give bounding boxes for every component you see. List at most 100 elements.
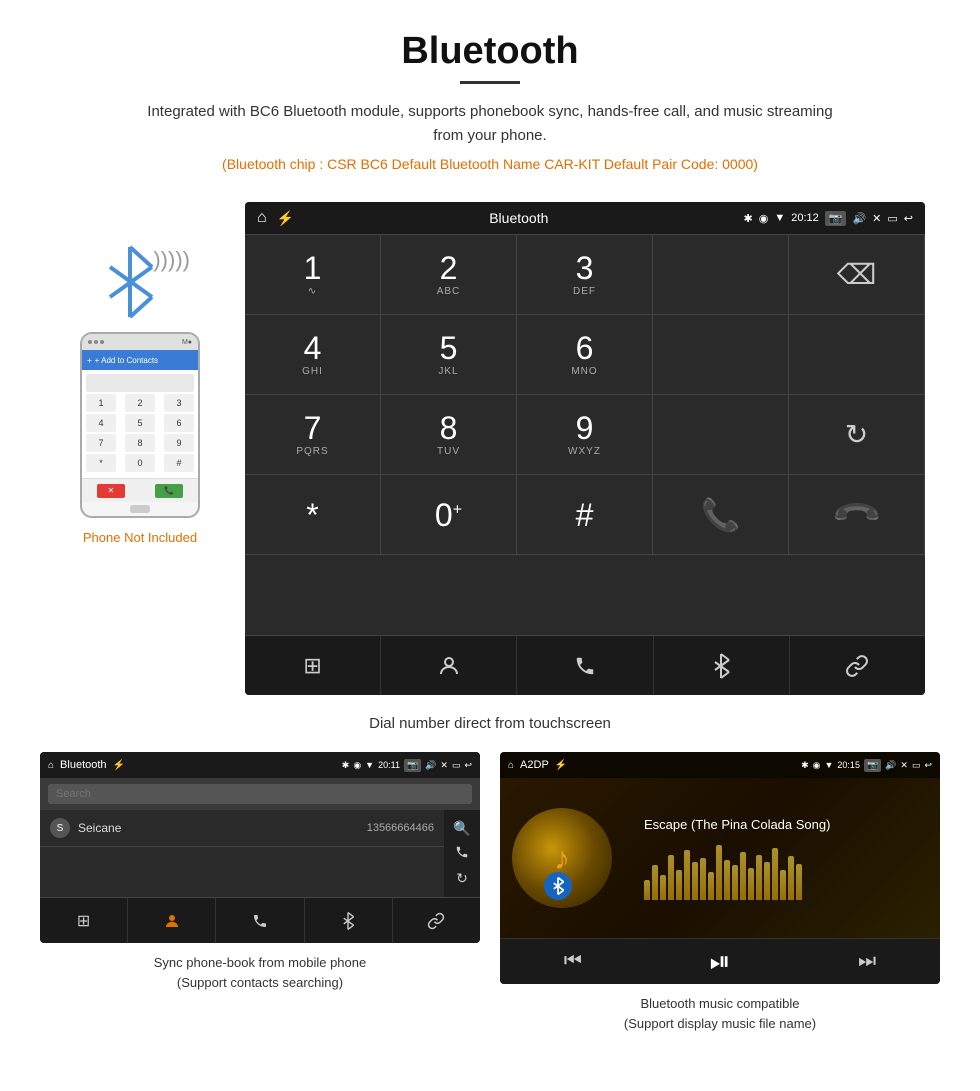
play-pause-btn[interactable]: ⏯ xyxy=(710,946,731,978)
phone-key-2[interactable]: 2 xyxy=(125,394,155,412)
status-right: ✱ ◉ ▼ 20:12 📷 🔊 ✕ ▭ ↩ xyxy=(744,211,914,226)
pb-cam-icon: 📷 xyxy=(404,759,421,772)
phone-keypad: 1 2 3 4 5 6 7 8 9 * 0 # xyxy=(82,370,198,478)
pb-refresh-icon[interactable]: ↻ xyxy=(456,870,468,887)
wave-bar xyxy=(756,855,762,900)
music-screen: ⌂ A2DP ⚡ ✱ ◉ ▼ 20:15 📷 🔊 ✕ ▭ ↩ xyxy=(500,752,940,984)
pb-usb-icon: ⚡ xyxy=(113,760,125,771)
pb-call-icon[interactable] xyxy=(455,845,469,862)
pb-nav-dialpad[interactable]: ⊞ xyxy=(40,898,128,943)
pb-back-icon[interactable]: ↩ xyxy=(464,760,472,771)
phone-home-btn[interactable] xyxy=(130,505,150,513)
phone-carrier: M● xyxy=(182,339,192,346)
dial-key-3[interactable]: 3DEF xyxy=(517,235,653,315)
music-bt-icon: ✱ xyxy=(801,760,809,771)
phone-key-6[interactable]: 6 xyxy=(164,414,194,432)
dial-key-end[interactable]: 📞 xyxy=(789,475,925,555)
dial-key-star[interactable]: * xyxy=(245,475,381,555)
music-item: ⌂ A2DP ⚡ ✱ ◉ ▼ 20:15 📷 🔊 ✕ ▭ ↩ xyxy=(500,752,940,1033)
phone-key-4[interactable]: 4 xyxy=(86,414,116,432)
dial-key-0[interactable]: 0+ xyxy=(381,475,517,555)
pb-nav-link[interactable] xyxy=(393,898,480,943)
window-icon[interactable]: ▭ xyxy=(887,212,897,225)
dial-key-6[interactable]: 6MNO xyxy=(517,315,653,395)
nav-phone[interactable] xyxy=(517,636,653,695)
music-back-icon[interactable]: ↩ xyxy=(924,760,932,771)
dial-key-5[interactable]: 5JKL xyxy=(381,315,517,395)
phone-key-1[interactable]: 1 xyxy=(86,394,116,412)
nav-contacts[interactable] xyxy=(381,636,517,695)
pb-rect-icon[interactable]: ▭ xyxy=(452,760,461,771)
music-status-right: ✱ ◉ ▼ 20:15 📷 🔊 ✕ ▭ ↩ xyxy=(801,759,932,772)
dial-key-call[interactable]: 📞 xyxy=(653,475,789,555)
pb-home-icon[interactable]: ⌂ xyxy=(48,760,54,771)
phone-keypad-row-4: * 0 # xyxy=(86,454,194,472)
pb-nav-bluetooth[interactable] xyxy=(305,898,393,943)
pb-search-icon[interactable]: 🔍 xyxy=(453,820,470,837)
phone-key-3[interactable]: 3 xyxy=(164,394,194,412)
phone-key-hash[interactable]: # xyxy=(164,454,194,472)
dial-key-1[interactable]: 1∿ xyxy=(245,235,381,315)
dial-key-4[interactable]: 4GHI xyxy=(245,315,381,395)
signal-icon: ▼ xyxy=(774,212,785,224)
page-description: Integrated with BC6 Bluetooth module, su… xyxy=(140,100,840,148)
back-icon[interactable]: ↩ xyxy=(904,212,913,225)
phone-call-btn[interactable]: 📞 xyxy=(155,484,183,498)
plus-icon: + xyxy=(87,356,92,365)
nav-bluetooth[interactable] xyxy=(654,636,790,695)
phone-display-row xyxy=(86,374,194,392)
phonebook-search-input[interactable] xyxy=(48,784,472,804)
wave-bar xyxy=(660,875,666,900)
phone-key-7[interactable]: 7 xyxy=(86,434,116,452)
pb-nav-contacts[interactable] xyxy=(128,898,216,943)
pb-bottom-nav: ⊞ xyxy=(40,897,480,943)
nav-dialpad[interactable]: ⊞ xyxy=(245,636,381,695)
dial-grid: 1∿ 2ABC 3DEF ⌫ 4GHI 5JKL 6MNO xyxy=(245,234,925,635)
pb-status-right: ✱ ◉ ▼ 20:11 📷 🔊 ✕ ▭ ↩ xyxy=(342,759,472,772)
phone-end-btn[interactable]: ✕ xyxy=(97,484,125,498)
screen-bottom-nav: ⊞ xyxy=(245,635,925,695)
pb-nav-phone[interactable] xyxy=(216,898,304,943)
phone-key-5[interactable]: 5 xyxy=(125,414,155,432)
pb-bt-icon: ✱ xyxy=(342,760,350,771)
wave-bar xyxy=(652,865,658,900)
phone-key-8[interactable]: 8 xyxy=(125,434,155,452)
dial-key-7[interactable]: 7PQRS xyxy=(245,395,381,475)
phonebook-caption-line1: Sync phone-book from mobile phone xyxy=(154,953,366,973)
music-time: 20:15 xyxy=(837,760,860,770)
nav-link[interactable] xyxy=(790,636,925,695)
prev-track-btn[interactable]: ⏮ xyxy=(564,950,582,973)
phone-key-star[interactable]: * xyxy=(86,454,116,472)
next-track-btn[interactable]: ⏭ xyxy=(858,950,876,973)
music-content: ♪ Escape (The Pina Colada So xyxy=(500,778,940,938)
contact-row[interactable]: S Seicane 13566664466 xyxy=(40,810,444,847)
contact-avatar: S xyxy=(50,818,70,838)
dial-key-refresh[interactable]: ↻ xyxy=(789,395,925,475)
dial-caption: Dial number direct from touchscreen xyxy=(0,705,980,752)
music-close-icon[interactable]: ✕ xyxy=(900,760,908,771)
wave-bar xyxy=(796,864,802,900)
pb-loc-icon: ◉ xyxy=(353,760,361,771)
music-home-icon[interactable]: ⌂ xyxy=(508,760,514,771)
wave-bar xyxy=(724,860,730,900)
music-waveform xyxy=(644,840,928,900)
dial-key-2[interactable]: 2ABC xyxy=(381,235,517,315)
main-content-area: ))))) M● + + A xyxy=(0,202,980,695)
contact-name: Seicane xyxy=(78,821,367,835)
dial-key-hash[interactable]: # xyxy=(517,475,653,555)
music-rect-icon[interactable]: ▭ xyxy=(912,760,921,771)
time-display: 20:12 xyxy=(791,212,819,224)
music-status-bar: ⌂ A2DP ⚡ ✱ ◉ ▼ 20:15 📷 🔊 ✕ ▭ ↩ xyxy=(500,752,940,778)
pb-close-icon[interactable]: ✕ xyxy=(440,760,448,771)
dial-key-9[interactable]: 9WXYZ xyxy=(517,395,653,475)
music-bt-badge xyxy=(544,872,572,900)
phone-key-0[interactable]: 0 xyxy=(125,454,155,472)
phone-key-9[interactable]: 9 xyxy=(164,434,194,452)
music-vol-icon: 🔊 xyxy=(885,760,896,771)
dial-key-backspace[interactable]: ⌫ xyxy=(789,235,925,315)
close-icon[interactable]: ✕ xyxy=(872,212,881,225)
home-icon[interactable]: ⌂ xyxy=(257,209,267,227)
bottom-screenshots: ⌂ Bluetooth ⚡ ✱ ◉ ▼ 20:11 📷 🔊 ✕ ▭ ↩ xyxy=(0,752,980,1033)
dial-key-8[interactable]: 8TUV xyxy=(381,395,517,475)
volume-icon: 🔊 xyxy=(852,212,866,225)
